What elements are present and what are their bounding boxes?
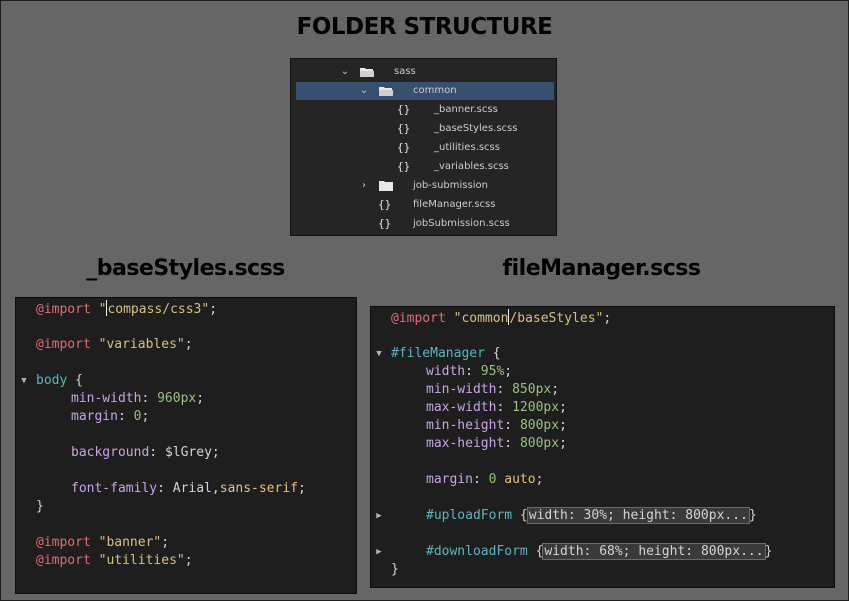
tree-item-utilities-scss[interactable]: {} _utilities.scss — [296, 139, 554, 157]
scss-file-icon: {} — [378, 217, 392, 230]
tree-item-sass[interactable]: ⌄ sass — [296, 63, 554, 81]
scss-file-icon: {} — [397, 103, 411, 116]
collapsed-block[interactable]: width: 68%; height: 800px... — [542, 543, 766, 560]
fold-expanded-icon[interactable]: ▼ — [18, 372, 30, 390]
tree-item-filemanager-scss[interactable]: {} fileManager.scss — [296, 196, 554, 214]
code-line: @import "compass/css3"; — [36, 300, 218, 317]
tree-item-basestyles-scss[interactable]: {} _baseStyles.scss — [296, 120, 554, 138]
tree-item-banner-scss[interactable]: {} _banner.scss — [296, 101, 554, 119]
code-line: #uploadForm {width: 30%; height: 800px..… — [426, 507, 757, 524]
code-line: @import "common/baseStyles"; — [391, 309, 612, 326]
code-line: max-height: 800px; — [426, 436, 567, 451]
tree-item-label: _utilities.scss — [434, 142, 500, 153]
tree-item-label: _variables.scss — [434, 161, 509, 172]
scss-file-icon: {} — [397, 160, 411, 173]
folder-icon — [379, 181, 393, 191]
filemanager-code-editor[interactable]: @import "common/baseStyles"; ▼ #fileMana… — [370, 306, 835, 588]
code-line: body { — [36, 373, 83, 388]
code-line: @import "variables"; — [36, 337, 193, 352]
code-line: width: 95%; — [426, 364, 513, 379]
chevron-down-icon[interactable]: ⌄ — [340, 63, 350, 81]
scss-file-icon: {} — [397, 141, 411, 154]
code-line: @import "utilities"; — [36, 553, 193, 568]
chevron-right-icon[interactable]: › — [359, 177, 369, 195]
fold-expanded-icon[interactable]: ▼ — [373, 345, 385, 363]
scss-file-icon: {} — [378, 198, 392, 211]
tree-item-label: _banner.scss — [434, 104, 498, 115]
code-line: background: $lGrey; — [71, 445, 220, 460]
tree-item-jobsubmission-scss[interactable]: {} jobSubmission.scss — [296, 215, 554, 233]
code-line: #downloadForm {width: 68%; height: 800px… — [426, 543, 773, 560]
file-manager-heading: fileManager.scss — [502, 256, 701, 281]
tree-item-label: job-submission — [413, 180, 488, 191]
code-line: margin: 0 auto; — [426, 472, 544, 487]
scss-file-icon: {} — [397, 122, 411, 135]
code-line: min-height: 800px; — [426, 418, 567, 433]
folder-open-icon — [379, 87, 393, 96]
collapsed-block[interactable]: width: 30%; height: 800px... — [526, 507, 750, 524]
code-line: #fileManager { — [391, 346, 501, 361]
tree-item-common[interactable]: ⌄ common — [296, 82, 554, 100]
code-line: min-width: 850px; — [426, 382, 560, 397]
base-styles-heading: _baseStyles.scss — [86, 256, 285, 281]
folder-tree: ⌄ sass ⌄ common {} _banner.scss {} _base… — [290, 58, 557, 236]
code-line: } — [391, 562, 399, 577]
tree-item-job-submission[interactable]: › job-submission — [296, 177, 554, 195]
basestyles-code-editor[interactable]: @import "compass/css3"; @import "variabl… — [15, 297, 357, 594]
code-line: min-width: 960px; — [71, 391, 205, 406]
fold-collapsed-icon[interactable]: ▶ — [373, 507, 385, 525]
tree-item-variables-scss[interactable]: {} _variables.scss — [296, 158, 554, 176]
folder-structure-heading: FOLDER STRUCTURE — [296, 14, 553, 40]
folder-open-icon — [360, 68, 374, 77]
tree-item-label: fileManager.scss — [413, 199, 496, 210]
chevron-down-icon[interactable]: ⌄ — [359, 82, 369, 100]
code-line: max-width: 1200px; — [426, 400, 567, 415]
tree-item-label: _baseStyles.scss — [434, 123, 518, 134]
code-line: @import "banner"; — [36, 535, 170, 550]
tree-item-label: jobSubmission.scss — [413, 218, 510, 229]
code-line: } — [36, 499, 44, 514]
tree-item-label: common — [413, 85, 457, 96]
tree-item-label: sass — [394, 66, 416, 77]
fold-collapsed-icon[interactable]: ▶ — [373, 543, 385, 561]
code-line: margin: 0; — [71, 409, 150, 424]
code-line: font-family: Arial,sans-serif; — [71, 481, 306, 496]
